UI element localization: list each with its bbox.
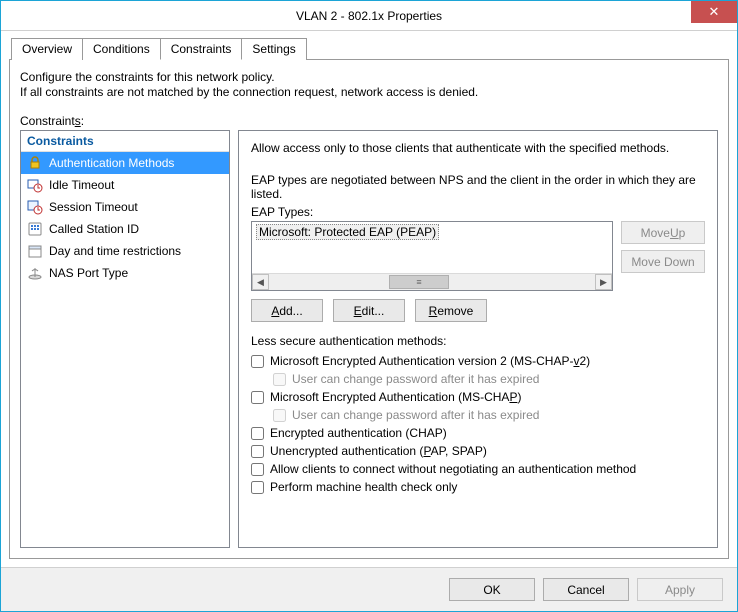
tab-constraints[interactable]: Constraints [160, 38, 243, 60]
scroll-track[interactable]: ≡ [269, 274, 595, 290]
check-mschapv2-pwexp-label: User can change password after it has ex… [292, 372, 539, 386]
tree-item-label: Idle Timeout [49, 178, 114, 192]
constraint-item-idle-timeout[interactable]: Idle Timeout [21, 174, 229, 196]
check-mschap-label: Microsoft Encrypted Authentication (MS-C… [270, 390, 521, 404]
nas-port-icon [27, 265, 43, 281]
scroll-thumb[interactable]: ≡ [389, 275, 449, 289]
constraints-list[interactable]: Constraints Authentication Methods Idle … [20, 130, 230, 548]
titlebar: VLAN 2 - 802.1x Properties ✕ [1, 1, 737, 31]
close-icon: ✕ [709, 4, 720, 20]
tab-overview[interactable]: Overview [11, 38, 83, 60]
split-pane: Constraints Authentication Methods Idle … [20, 130, 718, 548]
remove-button[interactable]: Remove [415, 299, 487, 322]
tree-item-label: NAS Port Type [49, 266, 128, 280]
check-mschap-pwexp-label: User can change password after it has ex… [292, 408, 539, 422]
tabs: Overview Conditions Constraints Settings [11, 38, 729, 60]
move-down-button[interactable]: Move Down [621, 250, 705, 273]
constraints-label: Constraints: [20, 114, 718, 128]
cancel-button[interactable]: Cancel [543, 578, 629, 601]
check-pap[interactable] [251, 445, 264, 458]
check-mschapv2-label: Microsoft Encrypted Authentication versi… [270, 354, 590, 368]
check-chap[interactable] [251, 427, 264, 440]
check-pap-row[interactable]: Unencrypted authentication (PAP, SPAP) [251, 444, 705, 458]
called-station-icon [27, 221, 43, 237]
check-chap-label: Encrypted authentication (CHAP) [270, 426, 447, 440]
eap-desc: EAP types are negotiated between NPS and… [251, 173, 705, 201]
scroll-left-icon[interactable]: ◀ [252, 274, 269, 290]
desc-line-1: Configure the constraints for this netwo… [20, 70, 718, 84]
check-chap-row[interactable]: Encrypted authentication (CHAP) [251, 426, 705, 440]
eap-type-item[interactable]: Microsoft: Protected EAP (PEAP) [256, 224, 439, 240]
check-mschap-pwexp-row: User can change password after it has ex… [273, 408, 705, 422]
tree-item-label: Called Station ID [49, 222, 139, 236]
check-nonego[interactable] [251, 463, 264, 476]
apply-button[interactable]: Apply [637, 578, 723, 601]
tab-panel-constraints: Configure the constraints for this netwo… [9, 59, 729, 559]
less-secure-label: Less secure authentication methods: [251, 334, 705, 348]
close-button[interactable]: ✕ [691, 1, 737, 23]
constraint-item-day-time[interactable]: Day and time restrictions [21, 240, 229, 262]
constraint-item-called-station-id[interactable]: Called Station ID [21, 218, 229, 240]
constraint-item-session-timeout[interactable]: Session Timeout [21, 196, 229, 218]
eap-types-label: EAP Types: [251, 205, 705, 219]
check-mschapv2-pwexp-row: User can change password after it has ex… [273, 372, 705, 386]
lock-icon [27, 155, 43, 171]
check-mschap[interactable] [251, 391, 264, 404]
idle-timeout-icon [27, 177, 43, 193]
properties-window: VLAN 2 - 802.1x Properties ✕ Overview Co… [0, 0, 738, 612]
check-mschap-row[interactable]: Microsoft Encrypted Authentication (MS-C… [251, 390, 705, 404]
check-nonego-row[interactable]: Allow clients to connect without negotia… [251, 462, 705, 476]
tree-item-label: Session Timeout [49, 200, 138, 214]
move-up-button[interactable]: Move Up [621, 221, 705, 244]
auth-intro: Allow access only to those clients that … [251, 141, 705, 155]
eap-types-list[interactable]: Microsoft: Protected EAP (PEAP) ◀ ≡ ▶ [251, 221, 613, 291]
body-area: Overview Conditions Constraints Settings… [1, 31, 737, 567]
scroll-right-icon[interactable]: ▶ [595, 274, 612, 290]
check-health[interactable] [251, 481, 264, 494]
tab-conditions[interactable]: Conditions [82, 38, 161, 60]
add-button[interactable]: Add... [251, 299, 323, 322]
window-title: VLAN 2 - 802.1x Properties [296, 9, 442, 23]
footer: OK Cancel Apply [1, 567, 737, 611]
edit-button[interactable]: Edit... [333, 299, 405, 322]
tree-item-label: Day and time restrictions [49, 244, 181, 258]
eap-hscroll[interactable]: ◀ ≡ ▶ [252, 273, 612, 290]
constraint-item-nas-port-type[interactable]: NAS Port Type [21, 262, 229, 284]
check-mschapv2-row[interactable]: Microsoft Encrypted Authentication versi… [251, 354, 705, 368]
calendar-icon [27, 243, 43, 259]
detail-pane: Allow access only to those clients that … [238, 130, 718, 548]
ok-button[interactable]: OK [449, 578, 535, 601]
tab-settings[interactable]: Settings [241, 38, 306, 60]
check-pap-label: Unencrypted authentication (PAP, SPAP) [270, 444, 487, 458]
desc-line-2: If all constraints are not matched by th… [20, 85, 718, 99]
check-mschap-pwexp [273, 409, 286, 422]
tree-item-label: Authentication Methods [49, 156, 174, 170]
check-mschapv2-pwexp [273, 373, 286, 386]
constraint-item-auth-methods[interactable]: Authentication Methods [21, 152, 229, 174]
check-health-label: Perform machine health check only [270, 480, 457, 494]
session-timeout-icon [27, 199, 43, 215]
check-nonego-label: Allow clients to connect without negotia… [270, 462, 636, 476]
constraints-group-header: Constraints [21, 131, 229, 152]
check-mschapv2[interactable] [251, 355, 264, 368]
check-health-row[interactable]: Perform machine health check only [251, 480, 705, 494]
